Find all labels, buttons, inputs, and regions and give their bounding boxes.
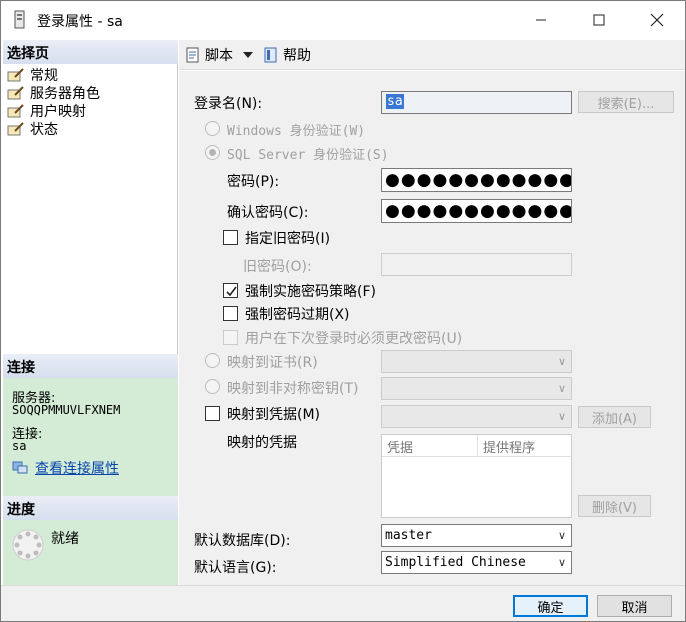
map-asymmetric-key-radio[interactable] [205, 379, 220, 394]
chevron-down-icon: ∨ [557, 410, 566, 423]
default-language-label: 默认语言(G): [194, 560, 277, 576]
table-header: 凭据 提供程序 [382, 435, 571, 457]
page-item-label: 用户映射 [30, 104, 86, 120]
window-title: 登录属性 - sa [37, 14, 123, 30]
page-item-server-roles[interactable]: 服务器角色 [7, 84, 100, 102]
confirm-password-label: 确认密码(C): [227, 205, 309, 221]
progress-header: 进度 [3, 496, 178, 520]
chevron-down-icon: ∨ [557, 529, 566, 542]
database-icon [13, 10, 27, 30]
connection-panel: 服务器: SOQQPMMUVLFXNEM 连接: sa 查看连接属性 [3, 378, 178, 496]
password-label: 密码(P): [227, 174, 280, 190]
remove-credential-button[interactable]: 删除(V) [578, 495, 651, 517]
view-connection-properties-link[interactable]: 查看连接属性 [35, 458, 119, 478]
minimize-button[interactable] [512, 1, 570, 39]
maximize-button[interactable] [570, 1, 628, 39]
must-change-label: 用户在下次登录时必须更改密码(U) [245, 331, 463, 347]
select-page-header: 选择页 [3, 40, 178, 64]
confirm-password-field[interactable]: ●●●●●●●●●●●●●●● [381, 199, 572, 223]
connection-header: 连接 [3, 354, 178, 378]
map-credential-label: 映射到凭据(M) [227, 407, 321, 423]
map-certificate-label: 映射到证书(R) [227, 355, 318, 371]
credential-select[interactable]: ∨ [381, 405, 572, 428]
add-credential-button[interactable]: 添加(A) [578, 406, 651, 428]
maximize-icon [593, 14, 605, 26]
ok-button[interactable]: 确定 [513, 595, 588, 617]
asymmetric-key-select[interactable]: ∨ [381, 377, 572, 400]
map-asymmetric-key-label: 映射到非对称密钥(T) [227, 381, 359, 397]
close-icon [650, 13, 664, 27]
specify-old-password-checkbox[interactable] [223, 230, 238, 245]
general-page-form: 登录名(N): sa 搜索(E)... Windows 身份验证(W) SQL … [179, 71, 685, 585]
search-button[interactable]: 搜索(E)... [578, 91, 674, 113]
certificate-select[interactable]: ∨ [381, 350, 572, 373]
script-icon [185, 47, 201, 63]
column-header-credential[interactable]: 凭据 [382, 435, 478, 456]
page-item-label: 常规 [30, 68, 58, 84]
page-item-status[interactable]: 状态 [7, 120, 58, 138]
default-database-label: 默认数据库(D): [194, 533, 291, 549]
mapped-credentials-table[interactable]: 凭据 提供程序 [381, 434, 572, 518]
map-certificate-radio[interactable] [205, 353, 220, 368]
minimize-icon [536, 19, 546, 21]
script-label: 脚本 [205, 48, 233, 64]
page-icon [7, 68, 25, 82]
mapped-credentials-label: 映射的凭据 [227, 435, 297, 451]
windows-auth-radio[interactable] [205, 121, 220, 136]
progress-status: 就绪 [51, 531, 79, 547]
sql-auth-label: SQL Server 身份验证(S) [227, 148, 389, 163]
progress-panel: 就绪 [3, 520, 178, 585]
left-pane: 选择页 常规 服务器角色 用户映射 状态 连接 服务器: SOQQPMMUVLF… [3, 40, 178, 585]
login-properties-window: 登录属性 - sa 选择页 常规 服务器角色 用户映射 状态 连接 服务器: S… [0, 0, 686, 622]
specify-old-password-label: 指定旧密码(I) [245, 231, 331, 247]
page-icon [7, 86, 25, 100]
page-item-label: 服务器角色 [30, 86, 100, 102]
page-icon [7, 104, 25, 118]
chevron-down-icon: ∨ [557, 355, 566, 368]
script-button[interactable]: 脚本 [185, 46, 253, 64]
chevron-down-icon: ∨ [557, 556, 566, 569]
password-field[interactable]: ●●●●●●●●●●●●●●● [381, 168, 572, 192]
enforce-policy-label: 强制实施密码策略(F) [245, 284, 376, 300]
help-label: 帮助 [283, 48, 311, 64]
page-icon [7, 122, 25, 136]
windows-auth-label: Windows 身份验证(W) [227, 124, 366, 139]
toolbar: 脚本 帮助 [179, 40, 685, 70]
page-item-general[interactable]: 常规 [7, 66, 58, 84]
column-header-provider[interactable]: 提供程序 [478, 435, 571, 456]
login-name-value: sa [386, 94, 404, 109]
default-database-select[interactable]: master ∨ [381, 524, 572, 547]
dialog-footer: 确定 取消 [1, 585, 685, 621]
checkmark-icon [225, 281, 238, 302]
sql-auth-radio[interactable] [205, 145, 220, 160]
old-password-field[interactable] [381, 253, 572, 276]
login-name-label: 登录名(N): [194, 96, 263, 112]
connection-value: sa [12, 439, 27, 453]
enforce-policy-checkbox[interactable] [223, 283, 238, 298]
enforce-expiration-label: 强制密码过期(X) [245, 307, 350, 323]
cancel-button[interactable]: 取消 [597, 595, 672, 617]
help-button[interactable]: 帮助 [263, 46, 311, 64]
close-button[interactable] [628, 1, 686, 39]
chevron-down-icon: ∨ [557, 382, 566, 395]
old-password-label: 旧密码(O): [243, 259, 312, 275]
login-name-field[interactable]: sa [381, 91, 572, 114]
default-language-select[interactable]: Simplified Chinese ∨ [381, 551, 572, 574]
connection-properties-icon [12, 460, 28, 474]
map-credential-checkbox[interactable] [205, 406, 220, 421]
server-value: SOQQPMMUVLFXNEM [12, 403, 121, 417]
title-bar: 登录属性 - sa [1, 1, 685, 39]
help-icon [263, 47, 279, 63]
page-item-label: 状态 [30, 122, 58, 138]
page-item-user-mapping[interactable]: 用户映射 [7, 102, 86, 120]
must-change-checkbox[interactable] [223, 330, 238, 345]
default-database-value: master [385, 528, 432, 543]
chevron-down-icon [243, 48, 253, 63]
enforce-expiration-checkbox[interactable] [223, 306, 238, 321]
default-language-value: Simplified Chinese [385, 555, 526, 570]
progress-spinner-icon [11, 528, 45, 562]
